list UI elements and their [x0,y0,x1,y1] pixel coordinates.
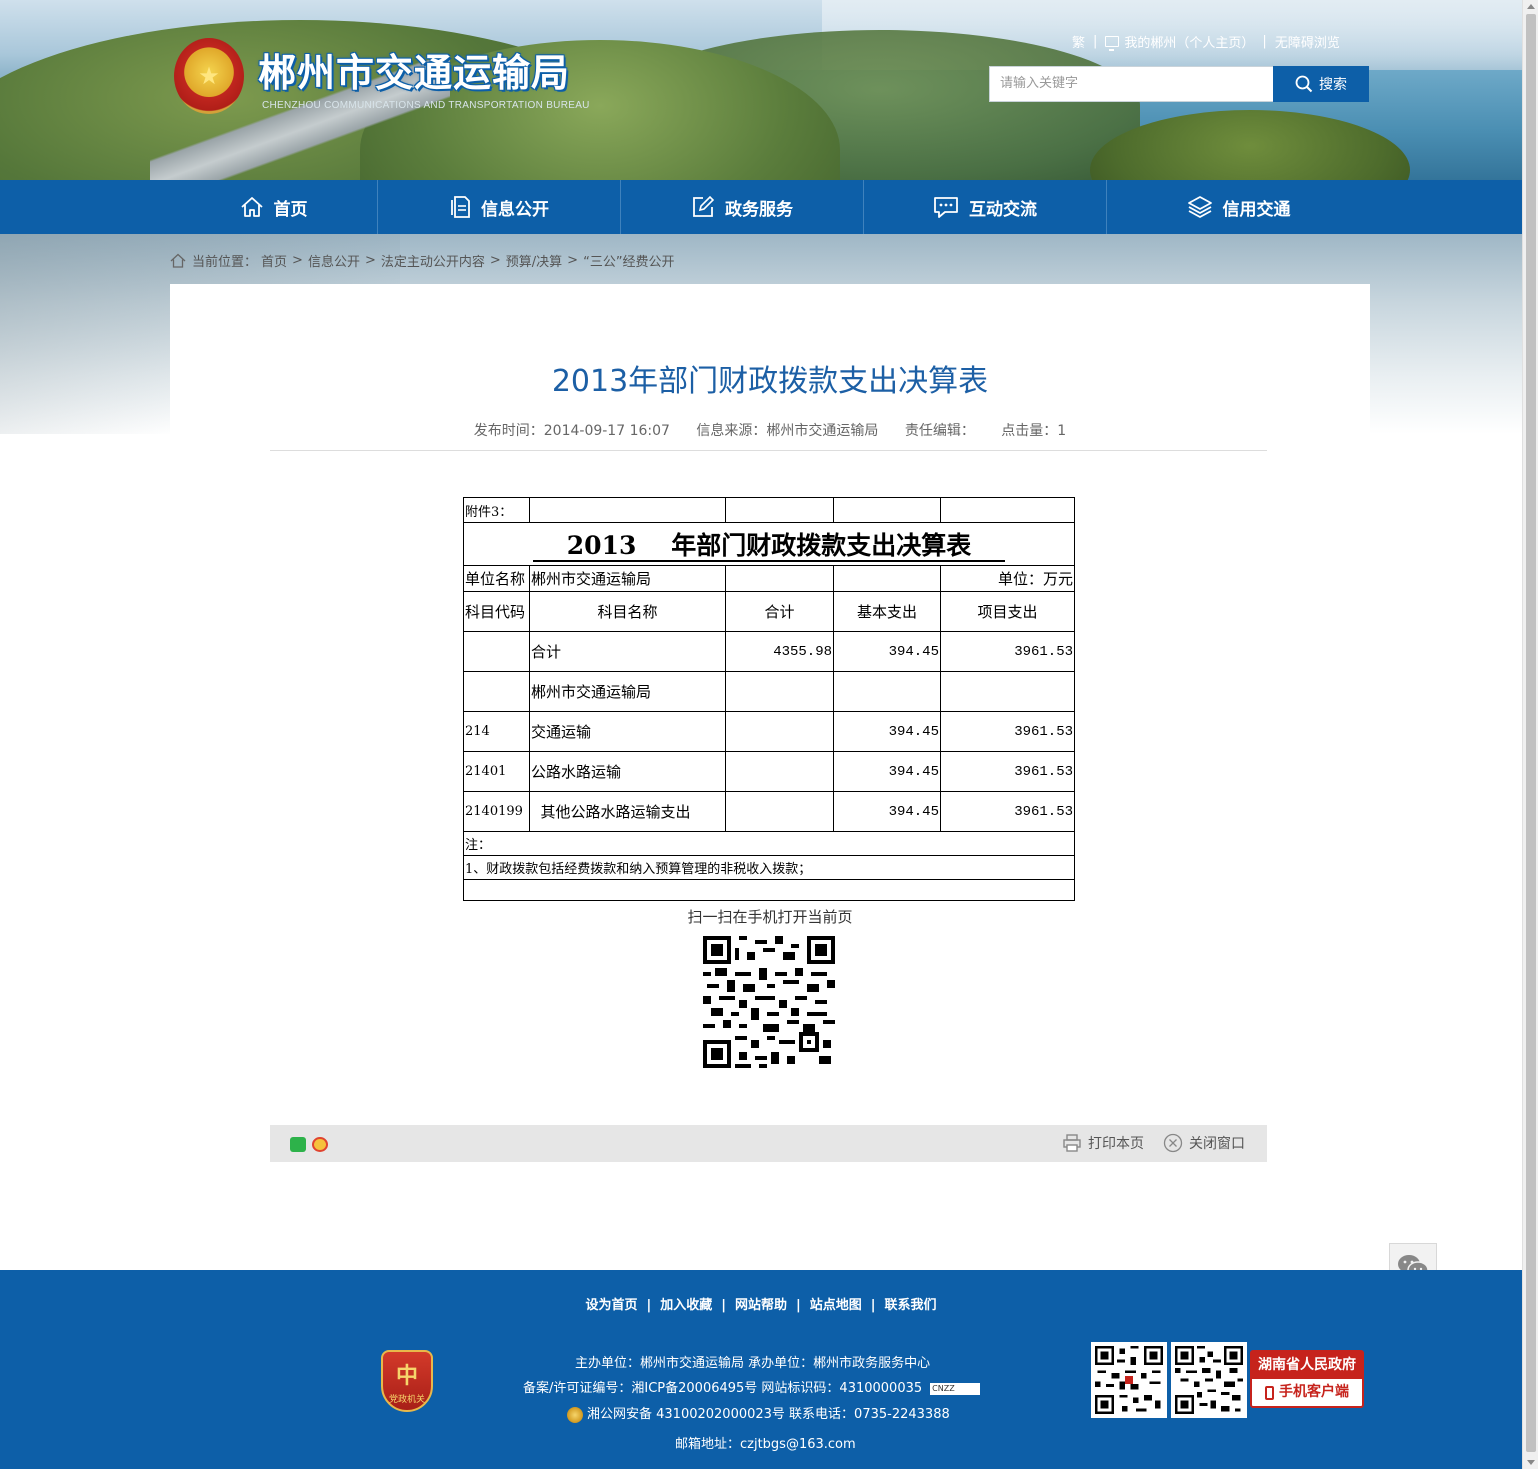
breadcrumb-item[interactable]: “三公”经费公开 [583,251,674,270]
footer-links: 设为首页 | 加入收藏 | 网站帮助 | 站点地图 | 联系我们 [585,1298,937,1313]
print-button[interactable]: 打印本页 [1062,1133,1144,1153]
phone-icon [1265,1385,1274,1400]
breadcrumb-item[interactable]: 信息公开 [308,251,360,270]
printer-icon [1063,1134,1081,1152]
attachment-label: 附件3： [463,497,530,523]
chat-icon [934,197,958,218]
table-row: 注： [463,831,1075,856]
search-button[interactable]: 搜索 [1273,66,1369,102]
footer: 设为首页 | 加入收藏 | 网站帮助 | 站点地图 | 联系我们 中 党政机关 主办单位：郴州市… [0,1270,1522,1469]
main-nav: 首页 信息公开 政务服务 互动交流 信用交通 [0,180,1522,234]
footer-qr-code-2 [1171,1342,1247,1418]
article-content: 2013年部门财政拨款支出决算表 发布时间：2014-09-17 16:07 信… [170,284,1370,1270]
party-government-badge[interactable]: 中 党政机关 [381,1350,433,1412]
layers-icon [1187,196,1212,218]
close-icon [1163,1133,1183,1153]
article-title: 2013年部门财政拨款支出决算表 [551,364,989,399]
breadcrumb-item[interactable]: 法定主动公开内容 [381,251,485,270]
top-links: 繁 | 我的郴州（个人主页） | 无障碍浏览 [1072,32,1340,51]
document-icon [451,196,470,218]
qr-code-image [703,936,835,1068]
breadcrumb-item[interactable]: 预算/决算 [506,251,562,270]
footer-link-help[interactable]: 网站帮助 [735,1298,787,1313]
site-title[interactable]: 郴州市交通运输局 [258,42,570,97]
table-note-1: 1、财政拨款包括经费拨款和纳入预算管理的非税收入拨款； [463,855,1075,880]
table-row: 附件3： [463,497,1075,523]
budget-table: 附件3： 2013 年部门财政拨款支出决算表 单位名称 郴州市交通运输局 单位：… [463,497,1075,901]
table-row: 1、财政拨款包括经费拨款和纳入预算管理的非税收入拨款； [463,855,1075,880]
accessible-browsing-link[interactable]: 无障碍浏览 [1275,32,1340,51]
scroll-down-icon[interactable] [1527,1460,1535,1465]
scroll-thumb[interactable] [1526,14,1536,1452]
footer-sponsor: 主办单位：郴州市交通运输局 承办单位：郴州市政务服务中心 [575,1356,931,1371]
responsible-editor: 责任编辑： [904,423,975,439]
police-badge-icon [567,1406,583,1423]
table-row: 郴州市交通运输局 [463,671,1075,712]
nav-item-info-disclosure[interactable]: 信息公开 [378,180,621,234]
hunan-gov-app-link[interactable]: 湖南省人民政府 手机客户端 [1250,1350,1364,1408]
edit-icon [693,195,715,217]
my-chenzhou-link[interactable]: 我的郴州（个人主页） [1124,32,1254,51]
table-row: 单位名称 郴州市交通运输局 单位：万元 [463,565,1075,592]
footer-email: 邮箱地址：czjtbgs@163.com [675,1437,856,1452]
footer-link-sitemap[interactable]: 站点地图 [810,1298,862,1313]
footer-police: 湘公网安备 43100202000023号 联系电话：0735-2243388 [567,1403,950,1423]
footer-link-set-homepage[interactable]: 设为首页 [585,1298,637,1313]
site-subtitle: CHENZHOU COMMUNICATIONS AND TRANSPORTATI… [262,100,590,111]
search-input[interactable]: 请输入关键字 [989,66,1274,102]
table-title: 2013 年部门财政拨款支出决算表 [463,522,1075,566]
breadcrumb-item[interactable]: 首页 [261,251,287,270]
footer-link-contact[interactable]: 联系我们 [885,1298,937,1313]
table-row: 214 交通运输 394.45 3961.53 [463,711,1075,752]
footer-link-bookmark[interactable]: 加入收藏 [660,1298,712,1313]
table-row: 合计 4355.98 394.45 3961.53 [463,631,1075,672]
footer-qr-code-1 [1091,1342,1167,1418]
table-note-label: 注： [463,831,1075,856]
divider [270,450,1267,451]
table-row: 2140199 其他公路水路运输支出 394.45 3961.53 [463,791,1075,832]
close-window-button[interactable]: 关闭窗口 [1163,1133,1245,1153]
home-icon [240,197,263,217]
nav-item-home[interactable]: 首页 [170,180,378,234]
national-emblem-icon[interactable]: ★ [174,38,244,114]
publish-time: 发布时间：2014-09-17 16:07 [473,423,670,439]
qr-caption: 扫一扫在手机打开当前页 [687,908,853,926]
page-scrollbar[interactable] [1522,0,1538,1469]
click-count: 点击量：1 [1001,423,1067,439]
nav-item-gov-services[interactable]: 政务服务 [621,180,864,234]
traditional-chinese-link[interactable]: 繁 [1072,32,1085,51]
footer-icp: 备案/许可证编号：湘ICP备20006495号 网站标识码：4310000035… [523,1377,981,1396]
header-banner: ★ 郴州市交通运输局 CHENZHOU COMMUNICATIONS AND T… [0,0,1522,180]
scroll-up-icon[interactable] [1527,4,1535,9]
table-row: 21401 公路水路运输 394.45 3961.53 [463,751,1075,792]
cnzz-badge-icon[interactable]: CNZZ [930,1382,981,1395]
table-header-row: 科目代码 科目名称 合计 基本支出 项目支出 [463,591,1075,632]
monitor-icon [1105,36,1120,51]
nav-item-interaction[interactable]: 互动交流 [864,180,1107,234]
breadcrumb: 当前位置： 首页 > 信息公开 > 法定主动公开内容 > 预算/决算 > “三公… [170,251,675,270]
nav-item-credit-transport[interactable]: 信用交通 [1107,180,1370,234]
search-icon [1295,75,1313,93]
home-icon [170,253,186,268]
article-meta: 发布时间：2014-09-17 16:07 信息来源：郴州市交通运输局 责任编辑… [170,420,1370,440]
table-row: 2013 年部门财政拨款支出决算表 [463,522,1075,566]
table-row [463,879,1075,901]
share-wechat-icon[interactable] [290,1137,306,1152]
article-toolbar: 打印本页 关闭窗口 [270,1125,1267,1162]
share-weibo-icon[interactable] [312,1137,328,1152]
info-source: 信息来源：郴州市交通运输局 [696,423,879,439]
